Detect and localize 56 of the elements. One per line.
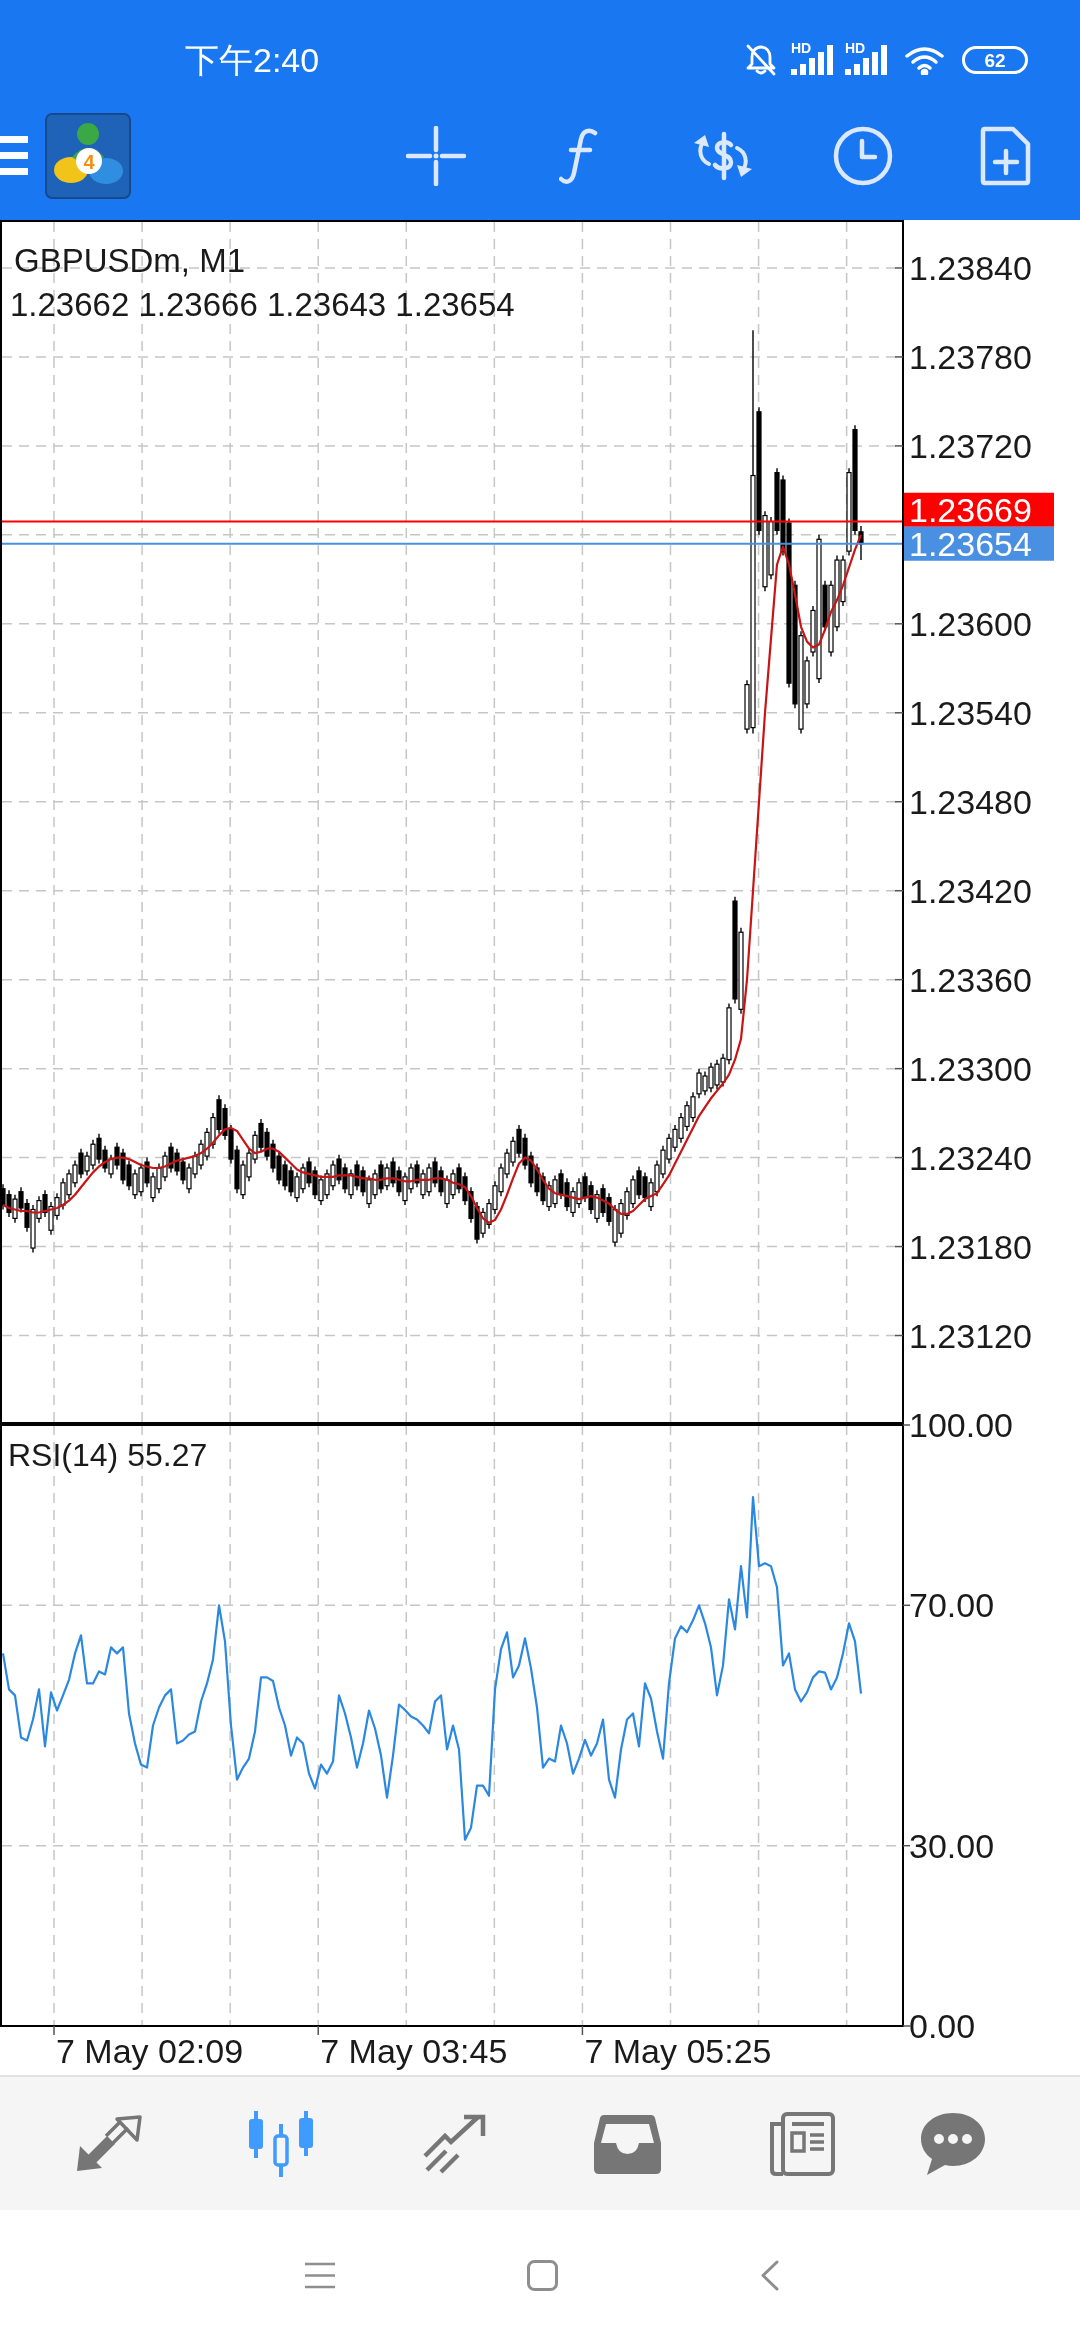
battery-indicator: 62 xyxy=(962,46,1028,74)
back-icon[interactable] xyxy=(760,2259,779,2291)
rsi-axis-label: 30.00 xyxy=(909,1826,995,1865)
time-axis-label: 7 May 02:09 xyxy=(56,2032,244,2070)
menu-icon[interactable] xyxy=(305,2261,335,2289)
price-axis-label: 1.23360 xyxy=(909,960,1032,999)
signal-icon xyxy=(845,45,887,75)
app-logo: 4 xyxy=(45,113,131,199)
status-time: 下午2:40 xyxy=(185,43,320,77)
wifi-icon xyxy=(904,45,945,75)
rsi-axis-label: 0.00 xyxy=(909,2007,976,2045)
price-axis-label: 1.23300 xyxy=(909,1049,1032,1088)
price-axis-label: 1.23600 xyxy=(909,604,1032,643)
signal-icon xyxy=(791,45,833,75)
new-document-icon[interactable] xyxy=(979,126,1031,186)
ohlc-values: 1.23662 1.23666 1.23643 1.23654 xyxy=(10,285,515,323)
price-axis-label: 1.23540 xyxy=(909,693,1032,732)
falling-candlestick xyxy=(42,1189,48,1218)
crosshair-icon[interactable] xyxy=(406,126,466,186)
double-arrow-icon[interactable] xyxy=(74,2114,143,2173)
price-axis-label: 1.23780 xyxy=(909,337,1032,376)
newspaper-icon[interactable] xyxy=(767,2110,835,2177)
chart-title: GBPUSDm, M1 xyxy=(14,241,246,279)
falling-candlestick xyxy=(78,1148,84,1180)
price-axis-label: 1.23840 xyxy=(909,248,1032,287)
function-icon[interactable] xyxy=(559,128,598,184)
time-axis-label: 7 May 03:45 xyxy=(320,2032,508,2070)
rising-candlestick xyxy=(384,1162,390,1191)
price-axis-label: 1.23420 xyxy=(909,871,1032,910)
falling-candlestick xyxy=(378,1159,384,1194)
rising-candlestick xyxy=(108,1153,114,1180)
price-axis-label: 1.23180 xyxy=(909,1227,1032,1266)
trend-arrow-icon[interactable] xyxy=(421,2113,488,2174)
menu-icon[interactable] xyxy=(0,134,28,178)
price-tag: 1.23669 xyxy=(904,490,1054,529)
price-axis-label: 1.23120 xyxy=(909,1316,1032,1355)
rising-candlestick xyxy=(12,1193,18,1224)
network-type-label: HD xyxy=(845,41,866,55)
home-icon[interactable] xyxy=(527,2259,558,2291)
chat-bubble-icon[interactable] xyxy=(919,2110,986,2177)
time-axis-label: 7 May 05:25 xyxy=(584,2032,772,2070)
rsi-axis-label: 100.00 xyxy=(909,1406,1013,1444)
falling-candlestick xyxy=(414,1159,420,1188)
candlestick-icon[interactable] xyxy=(246,2109,316,2178)
inbox-icon[interactable] xyxy=(594,2113,661,2174)
falling-candlestick xyxy=(144,1156,150,1188)
rising-candlestick xyxy=(594,1189,600,1224)
price-axis-label: 1.23480 xyxy=(909,782,1032,821)
rising-candlestick xyxy=(348,1168,354,1200)
price-tag: 1.23654 xyxy=(904,524,1054,563)
price-axis-label: 1.23240 xyxy=(909,1138,1032,1177)
network-type-label: HD xyxy=(791,41,812,55)
rsi-axis-label: 70.00 xyxy=(909,1586,995,1625)
clock-icon[interactable] xyxy=(833,126,893,186)
indicator-title: RSI(14) 55.27 xyxy=(8,1437,208,1473)
price-axis-label: 1.23720 xyxy=(909,426,1032,465)
